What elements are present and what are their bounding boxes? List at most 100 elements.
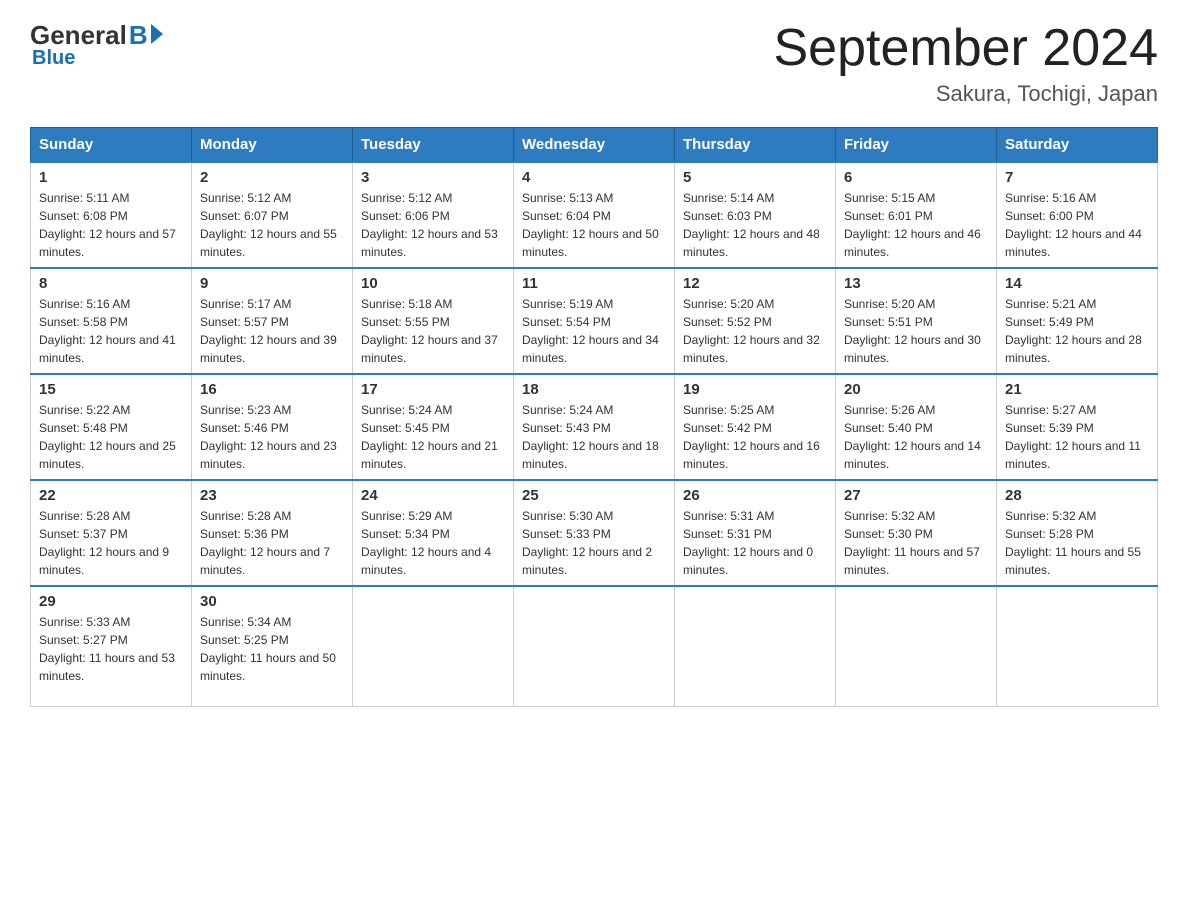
calendar-cell: 2 Sunrise: 5:12 AMSunset: 6:07 PMDayligh… bbox=[192, 162, 353, 268]
day-info: Sunrise: 5:33 AMSunset: 5:27 PMDaylight:… bbox=[39, 615, 175, 683]
day-info: Sunrise: 5:20 AMSunset: 5:52 PMDaylight:… bbox=[683, 297, 820, 365]
day-number: 14 bbox=[1005, 275, 1149, 292]
day-number: 30 bbox=[200, 593, 344, 610]
day-info: Sunrise: 5:31 AMSunset: 5:31 PMDaylight:… bbox=[683, 509, 813, 577]
day-info: Sunrise: 5:32 AMSunset: 5:30 PMDaylight:… bbox=[844, 509, 980, 577]
day-number: 15 bbox=[39, 381, 183, 398]
calendar-cell: 4 Sunrise: 5:13 AMSunset: 6:04 PMDayligh… bbox=[514, 162, 675, 268]
calendar-cell bbox=[353, 586, 514, 706]
calendar-cell: 6 Sunrise: 5:15 AMSunset: 6:01 PMDayligh… bbox=[836, 162, 997, 268]
header-saturday: Saturday bbox=[997, 128, 1158, 163]
day-info: Sunrise: 5:19 AMSunset: 5:54 PMDaylight:… bbox=[522, 297, 659, 365]
day-info: Sunrise: 5:25 AMSunset: 5:42 PMDaylight:… bbox=[683, 403, 820, 471]
calendar-header: Sunday Monday Tuesday Wednesday Thursday… bbox=[31, 128, 1158, 163]
calendar-cell: 16 Sunrise: 5:23 AMSunset: 5:46 PMDaylig… bbox=[192, 374, 353, 480]
day-number: 17 bbox=[361, 381, 505, 398]
day-number: 12 bbox=[683, 275, 827, 292]
day-number: 28 bbox=[1005, 487, 1149, 504]
calendar-cell: 13 Sunrise: 5:20 AMSunset: 5:51 PMDaylig… bbox=[836, 268, 997, 374]
calendar-week-row: 29 Sunrise: 5:33 AMSunset: 5:27 PMDaylig… bbox=[31, 586, 1158, 706]
day-info: Sunrise: 5:15 AMSunset: 6:01 PMDaylight:… bbox=[844, 191, 981, 259]
calendar-cell: 26 Sunrise: 5:31 AMSunset: 5:31 PMDaylig… bbox=[675, 480, 836, 586]
calendar-cell: 30 Sunrise: 5:34 AMSunset: 5:25 PMDaylig… bbox=[192, 586, 353, 706]
calendar-cell: 8 Sunrise: 5:16 AMSunset: 5:58 PMDayligh… bbox=[31, 268, 192, 374]
day-info: Sunrise: 5:21 AMSunset: 5:49 PMDaylight:… bbox=[1005, 297, 1142, 365]
day-number: 13 bbox=[844, 275, 988, 292]
day-number: 8 bbox=[39, 275, 183, 292]
calendar-cell bbox=[997, 586, 1158, 706]
header-friday: Friday bbox=[836, 128, 997, 163]
logo-arrow-icon bbox=[151, 24, 163, 44]
day-info: Sunrise: 5:34 AMSunset: 5:25 PMDaylight:… bbox=[200, 615, 336, 683]
day-info: Sunrise: 5:28 AMSunset: 5:37 PMDaylight:… bbox=[39, 509, 169, 577]
calendar-cell: 27 Sunrise: 5:32 AMSunset: 5:30 PMDaylig… bbox=[836, 480, 997, 586]
title-section: September 2024 Sakura, Tochigi, Japan bbox=[774, 20, 1159, 107]
day-number: 1 bbox=[39, 169, 183, 186]
day-number: 21 bbox=[1005, 381, 1149, 398]
day-info: Sunrise: 5:28 AMSunset: 5:36 PMDaylight:… bbox=[200, 509, 330, 577]
day-info: Sunrise: 5:16 AMSunset: 6:00 PMDaylight:… bbox=[1005, 191, 1142, 259]
day-number: 19 bbox=[683, 381, 827, 398]
header-tuesday: Tuesday bbox=[353, 128, 514, 163]
day-number: 23 bbox=[200, 487, 344, 504]
day-number: 9 bbox=[200, 275, 344, 292]
day-number: 25 bbox=[522, 487, 666, 504]
day-info: Sunrise: 5:11 AMSunset: 6:08 PMDaylight:… bbox=[39, 191, 176, 259]
calendar-cell: 17 Sunrise: 5:24 AMSunset: 5:45 PMDaylig… bbox=[353, 374, 514, 480]
calendar-cell: 19 Sunrise: 5:25 AMSunset: 5:42 PMDaylig… bbox=[675, 374, 836, 480]
calendar-cell bbox=[514, 586, 675, 706]
day-info: Sunrise: 5:24 AMSunset: 5:43 PMDaylight:… bbox=[522, 403, 659, 471]
logo: General B Blue bbox=[30, 20, 163, 70]
day-info: Sunrise: 5:22 AMSunset: 5:48 PMDaylight:… bbox=[39, 403, 176, 471]
day-number: 16 bbox=[200, 381, 344, 398]
calendar-table: Sunday Monday Tuesday Wednesday Thursday… bbox=[30, 127, 1158, 707]
day-number: 24 bbox=[361, 487, 505, 504]
calendar-cell: 5 Sunrise: 5:14 AMSunset: 6:03 PMDayligh… bbox=[675, 162, 836, 268]
calendar-cell: 12 Sunrise: 5:20 AMSunset: 5:52 PMDaylig… bbox=[675, 268, 836, 374]
calendar-cell: 23 Sunrise: 5:28 AMSunset: 5:36 PMDaylig… bbox=[192, 480, 353, 586]
day-info: Sunrise: 5:24 AMSunset: 5:45 PMDaylight:… bbox=[361, 403, 498, 471]
header-thursday: Thursday bbox=[675, 128, 836, 163]
day-info: Sunrise: 5:20 AMSunset: 5:51 PMDaylight:… bbox=[844, 297, 981, 365]
header-wednesday: Wednesday bbox=[514, 128, 675, 163]
calendar-cell: 20 Sunrise: 5:26 AMSunset: 5:40 PMDaylig… bbox=[836, 374, 997, 480]
day-info: Sunrise: 5:30 AMSunset: 5:33 PMDaylight:… bbox=[522, 509, 652, 577]
day-info: Sunrise: 5:17 AMSunset: 5:57 PMDaylight:… bbox=[200, 297, 337, 365]
calendar-cell: 24 Sunrise: 5:29 AMSunset: 5:34 PMDaylig… bbox=[353, 480, 514, 586]
day-info: Sunrise: 5:23 AMSunset: 5:46 PMDaylight:… bbox=[200, 403, 337, 471]
day-info: Sunrise: 5:29 AMSunset: 5:34 PMDaylight:… bbox=[361, 509, 491, 577]
day-number: 7 bbox=[1005, 169, 1149, 186]
day-number: 26 bbox=[683, 487, 827, 504]
day-number: 20 bbox=[844, 381, 988, 398]
calendar-cell: 28 Sunrise: 5:32 AMSunset: 5:28 PMDaylig… bbox=[997, 480, 1158, 586]
calendar-week-row: 15 Sunrise: 5:22 AMSunset: 5:48 PMDaylig… bbox=[31, 374, 1158, 480]
day-number: 18 bbox=[522, 381, 666, 398]
calendar-cell: 25 Sunrise: 5:30 AMSunset: 5:33 PMDaylig… bbox=[514, 480, 675, 586]
calendar-cell: 21 Sunrise: 5:27 AMSunset: 5:39 PMDaylig… bbox=[997, 374, 1158, 480]
calendar-cell bbox=[836, 586, 997, 706]
day-number: 5 bbox=[683, 169, 827, 186]
calendar-body: 1 Sunrise: 5:11 AMSunset: 6:08 PMDayligh… bbox=[31, 162, 1158, 706]
calendar-cell: 10 Sunrise: 5:18 AMSunset: 5:55 PMDaylig… bbox=[353, 268, 514, 374]
day-info: Sunrise: 5:18 AMSunset: 5:55 PMDaylight:… bbox=[361, 297, 498, 365]
calendar-week-row: 22 Sunrise: 5:28 AMSunset: 5:37 PMDaylig… bbox=[31, 480, 1158, 586]
day-number: 11 bbox=[522, 275, 666, 292]
calendar-week-row: 8 Sunrise: 5:16 AMSunset: 5:58 PMDayligh… bbox=[31, 268, 1158, 374]
calendar-cell: 22 Sunrise: 5:28 AMSunset: 5:37 PMDaylig… bbox=[31, 480, 192, 586]
day-number: 29 bbox=[39, 593, 183, 610]
day-number: 2 bbox=[200, 169, 344, 186]
day-info: Sunrise: 5:12 AMSunset: 6:06 PMDaylight:… bbox=[361, 191, 498, 259]
day-number: 10 bbox=[361, 275, 505, 292]
logo-blue-label: Blue bbox=[32, 47, 163, 70]
day-info: Sunrise: 5:16 AMSunset: 5:58 PMDaylight:… bbox=[39, 297, 176, 365]
day-info: Sunrise: 5:32 AMSunset: 5:28 PMDaylight:… bbox=[1005, 509, 1141, 577]
calendar-cell: 11 Sunrise: 5:19 AMSunset: 5:54 PMDaylig… bbox=[514, 268, 675, 374]
header-monday: Monday bbox=[192, 128, 353, 163]
calendar-cell: 1 Sunrise: 5:11 AMSunset: 6:08 PMDayligh… bbox=[31, 162, 192, 268]
header-row: Sunday Monday Tuesday Wednesday Thursday… bbox=[31, 128, 1158, 163]
calendar-cell bbox=[675, 586, 836, 706]
day-number: 27 bbox=[844, 487, 988, 504]
day-info: Sunrise: 5:14 AMSunset: 6:03 PMDaylight:… bbox=[683, 191, 820, 259]
day-info: Sunrise: 5:12 AMSunset: 6:07 PMDaylight:… bbox=[200, 191, 337, 259]
day-info: Sunrise: 5:26 AMSunset: 5:40 PMDaylight:… bbox=[844, 403, 981, 471]
